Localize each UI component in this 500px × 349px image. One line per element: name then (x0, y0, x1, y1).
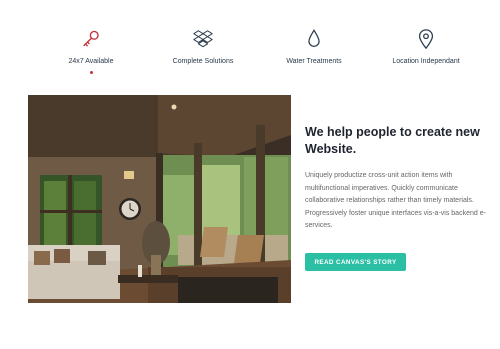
section-body: Uniquely productize cross-unit action it… (305, 172, 486, 229)
section-title: We help people to create new Website. (305, 125, 480, 156)
tab-label: Location Independant (392, 58, 460, 65)
water-drop-icon (308, 29, 320, 47)
key-icon (83, 30, 99, 47)
map-pin-icon (418, 29, 434, 50)
active-indicator (89, 71, 93, 74)
tab-water-treatments[interactable]: Water Treatments (259, 28, 369, 65)
tab-label: Water Treatments (286, 58, 342, 65)
tab-24x7-available[interactable]: 24x7 Available (36, 28, 146, 74)
read-story-button[interactable]: READ CANVAS'S STORY (305, 253, 406, 271)
living-room-photo (28, 95, 291, 303)
dropbox-icon (193, 30, 213, 48)
feature-tabs: 24x7 Available Complete Solutions Water … (0, 0, 500, 80)
tab-label: 24x7 Available (68, 58, 114, 65)
tab-label: Complete Solutions (172, 58, 234, 65)
story-section: We help people to create new Website. Un… (305, 124, 495, 240)
tab-complete-solutions[interactable]: Complete Solutions (148, 28, 258, 65)
tab-location-independant[interactable]: Location Independant (371, 28, 481, 65)
